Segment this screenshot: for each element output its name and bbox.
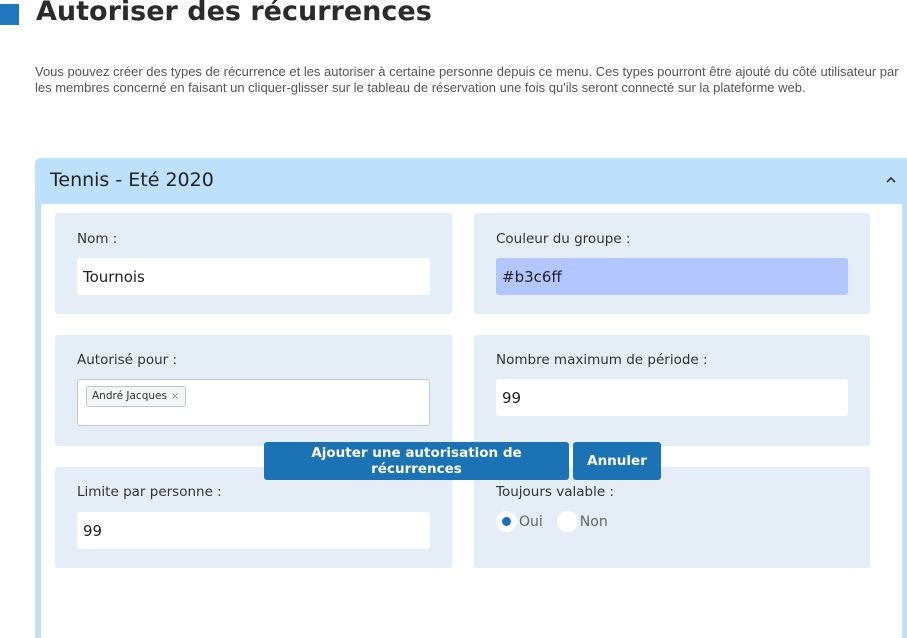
couleur-label: Couleur du groupe : xyxy=(496,231,631,247)
toujours-radio-group: Oui Non xyxy=(496,511,622,532)
page-title: Autoriser des récurrences xyxy=(36,0,432,27)
cancel-button[interactable]: Annuler xyxy=(573,442,661,480)
max-periode-label: Nombre maximum de période : xyxy=(496,352,708,368)
user-select-input[interactable]: André Jacques × xyxy=(77,379,430,426)
autorise-label: Autorisé pour : xyxy=(77,352,178,368)
recurrence-panel: Tennis - Eté 2020 Nom : Couleur du group… xyxy=(35,158,907,638)
limite-input[interactable] xyxy=(77,512,430,549)
nom-card: Nom : xyxy=(55,213,452,314)
limite-card: Limite par personne : xyxy=(55,467,452,568)
user-tag: André Jacques × xyxy=(86,386,187,407)
couleur-card: Couleur du groupe : xyxy=(474,213,870,314)
add-authorization-button[interactable]: Ajouter une autorisation de récurrences xyxy=(264,442,569,480)
nom-label: Nom : xyxy=(77,231,118,247)
tag-remove-icon[interactable]: × xyxy=(171,391,179,402)
non-label[interactable]: Non xyxy=(580,514,608,530)
chevron-up-icon[interactable] xyxy=(885,175,897,185)
color-input[interactable] xyxy=(496,258,848,295)
oui-label[interactable]: Oui xyxy=(519,514,543,530)
page-description: Vous pouvez créer des types de récurrenc… xyxy=(35,64,899,95)
oui-radio[interactable] xyxy=(496,511,517,532)
max-periode-card: Nombre maximum de période : xyxy=(474,335,870,446)
limite-label: Limite par personne : xyxy=(77,484,222,500)
max-periode-input[interactable] xyxy=(496,379,848,416)
panel-body: Nom : Couleur du groupe : Autorisé pour … xyxy=(41,204,902,638)
title-accent-bar xyxy=(0,4,19,25)
nom-input[interactable] xyxy=(77,258,430,295)
user-tag-label: André Jacques xyxy=(92,390,167,402)
panel-title[interactable]: Tennis - Eté 2020 xyxy=(50,169,214,191)
toujours-card: Toujours valable : Oui Non xyxy=(474,467,870,568)
non-radio[interactable] xyxy=(556,511,578,532)
toujours-label: Toujours valable : xyxy=(496,484,614,500)
autorise-card: Autorisé pour : André Jacques × xyxy=(55,335,452,446)
